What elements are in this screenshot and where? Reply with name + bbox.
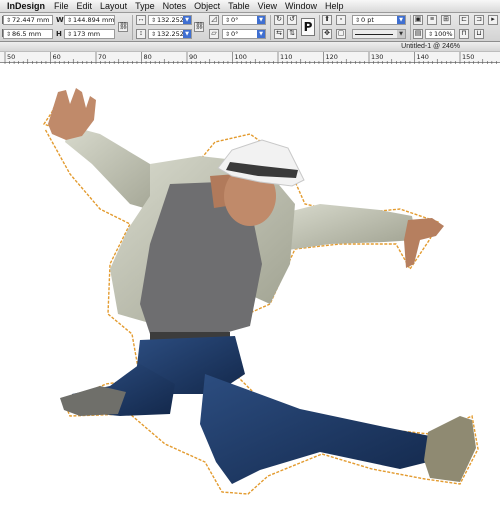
menu-help[interactable]: Help — [321, 0, 348, 13]
ruler-label: 100 — [235, 53, 247, 61]
ruler-label: 70 — [98, 53, 106, 61]
shear-value: 0° — [231, 30, 239, 38]
flip-vertical-icon[interactable]: ⇅ — [287, 29, 297, 39]
left-shoe — [60, 386, 126, 416]
distribute-icon[interactable]: ⊔ — [474, 29, 484, 39]
panel-menu-icon[interactable]: ▸ — [488, 15, 498, 25]
ruler-ticks: 5060708090100110120130140150160170 — [4, 52, 497, 64]
stepper-icon[interactable]: ⇕ — [6, 17, 11, 24]
right-hand — [404, 218, 444, 268]
menu-window[interactable]: Window — [281, 0, 321, 13]
control-panel: X ⇕72.447 mm ⇕86.5 mm W H ⇕144.894 mm ⇕1… — [0, 13, 500, 42]
stepper-icon[interactable]: ⇕ — [225, 17, 230, 24]
height-value: 173 mm — [73, 30, 101, 38]
document-canvas[interactable] — [0, 64, 500, 524]
menu-edit[interactable]: Edit — [73, 0, 97, 13]
rotate-cw-icon[interactable]: ↻ — [274, 15, 284, 25]
stroke-swatch-icon[interactable]: ▢ — [336, 29, 346, 39]
stroke-weight-field[interactable]: ⇕0 pt ▼ — [352, 15, 406, 25]
align-left-icon[interactable]: ⊏ — [459, 15, 469, 25]
ruler-label: 120 — [326, 53, 338, 61]
scale-x-field[interactable]: ⇕132.25288 ▼ — [148, 15, 192, 25]
opacity-value: 100% — [434, 30, 453, 38]
scale-x-icon: ↔ — [136, 15, 146, 25]
stepper-icon[interactable]: ⇕ — [67, 31, 72, 38]
align-center-icon[interactable]: ⊐ — [474, 15, 484, 25]
scale-y-field[interactable]: ⇕132.25288 ▼ — [148, 29, 192, 39]
jeans-right-leg — [200, 374, 440, 484]
shear-icon: ▱ — [209, 29, 219, 39]
menu-view[interactable]: View — [254, 0, 281, 13]
y-position-value: 86.5 mm — [12, 30, 42, 38]
height-field[interactable]: ⇕173 mm — [64, 29, 115, 39]
chevron-down-icon[interactable]: ▼ — [257, 30, 265, 38]
stepper-icon[interactable]: ⇕ — [428, 31, 433, 38]
stepper-icon[interactable]: ⇕ — [151, 31, 156, 38]
shear-field[interactable]: ⇕0° ▼ — [222, 29, 266, 39]
menu-layout[interactable]: Layout — [96, 0, 131, 13]
rotate-icon: ◿ — [209, 15, 219, 25]
h-label: H — [56, 30, 62, 38]
fill-swatch-icon[interactable]: ▫ — [336, 15, 346, 25]
ruler-label: 130 — [371, 53, 383, 61]
flip-horizontal-icon[interactable]: ⇆ — [274, 29, 284, 39]
text-wrap-icon[interactable]: ≡ — [427, 15, 437, 25]
frame-fitting-icon[interactable]: ⊞ — [441, 15, 451, 25]
right-arm — [280, 204, 416, 250]
horizontal-ruler[interactable]: 5060708090100110120130140150160170 — [0, 51, 500, 64]
ruler-label: 140 — [417, 53, 429, 61]
width-value: 144.894 mm — [73, 16, 115, 24]
document-title-bar: Untitled-1 @ 246% — [0, 42, 500, 51]
ruler-label: 80 — [144, 53, 152, 61]
stepper-icon[interactable]: ⇕ — [67, 17, 72, 24]
width-field[interactable]: ⇕144.894 mm — [64, 15, 115, 25]
chevron-down-icon[interactable]: ▼ — [257, 16, 265, 24]
chevron-down-icon[interactable]: ▼ — [397, 30, 405, 38]
x-position-value: 72.447 mm — [12, 16, 50, 24]
scale-y-icon: ↕ — [136, 29, 146, 39]
x-position-field[interactable]: ⇕72.447 mm — [3, 15, 53, 25]
ruler-label: 50 — [7, 53, 15, 61]
select-content-icon[interactable]: ✥ — [322, 29, 332, 39]
menu-app-name[interactable]: InDesign — [3, 0, 50, 13]
drop-shadow-icon[interactable]: ▣ — [413, 15, 423, 25]
rotation-value: 0° — [231, 16, 239, 24]
w-label: W — [56, 16, 64, 24]
align-top-icon[interactable]: ⊓ — [459, 29, 469, 39]
menu-bar: InDesign File Edit Layout Type Notes Obj… — [0, 0, 500, 13]
right-shoe — [424, 416, 476, 482]
stroke-type-field[interactable]: ▼ — [352, 29, 406, 39]
ruler-label: 60 — [53, 53, 61, 61]
menu-table[interactable]: Table — [224, 0, 254, 13]
select-container-icon[interactable]: ⬆ — [322, 15, 332, 25]
constrain-proportions-icon[interactable]: ⛓ — [118, 22, 128, 32]
ruler-label: 90 — [189, 53, 197, 61]
paragraph-indicator-icon: P — [301, 18, 315, 36]
chevron-down-icon[interactable]: ▼ — [183, 30, 191, 38]
stroke-type-line — [355, 33, 393, 35]
menu-notes[interactable]: Notes — [159, 0, 191, 13]
chevron-down-icon[interactable]: ▼ — [183, 16, 191, 24]
effects-icon[interactable]: ▤ — [413, 29, 423, 39]
rotate-ccw-icon[interactable]: ↺ — [287, 15, 297, 25]
stepper-icon[interactable]: ⇕ — [151, 17, 156, 24]
menu-file[interactable]: File — [50, 0, 73, 13]
opacity-field[interactable]: ⇕100% — [425, 29, 455, 39]
menu-type[interactable]: Type — [131, 0, 159, 13]
ruler-label: 150 — [462, 53, 474, 61]
menu-object[interactable]: Object — [190, 0, 224, 13]
chevron-down-icon[interactable]: ▼ — [397, 16, 405, 24]
document-title: Untitled-1 @ 246% — [401, 43, 460, 50]
stepper-icon[interactable]: ⇕ — [355, 17, 360, 24]
ruler-label: 110 — [280, 53, 292, 61]
stepper-icon[interactable]: ⇕ — [6, 31, 11, 38]
stepper-icon[interactable]: ⇕ — [225, 31, 230, 38]
stroke-weight-value: 0 pt — [361, 16, 374, 24]
rotation-field[interactable]: ⇕0° ▼ — [222, 15, 266, 25]
y-position-field[interactable]: ⇕86.5 mm — [3, 29, 53, 39]
dancer-photo[interactable] — [0, 64, 500, 524]
constrain-scale-icon[interactable]: ⛓ — [194, 22, 204, 32]
